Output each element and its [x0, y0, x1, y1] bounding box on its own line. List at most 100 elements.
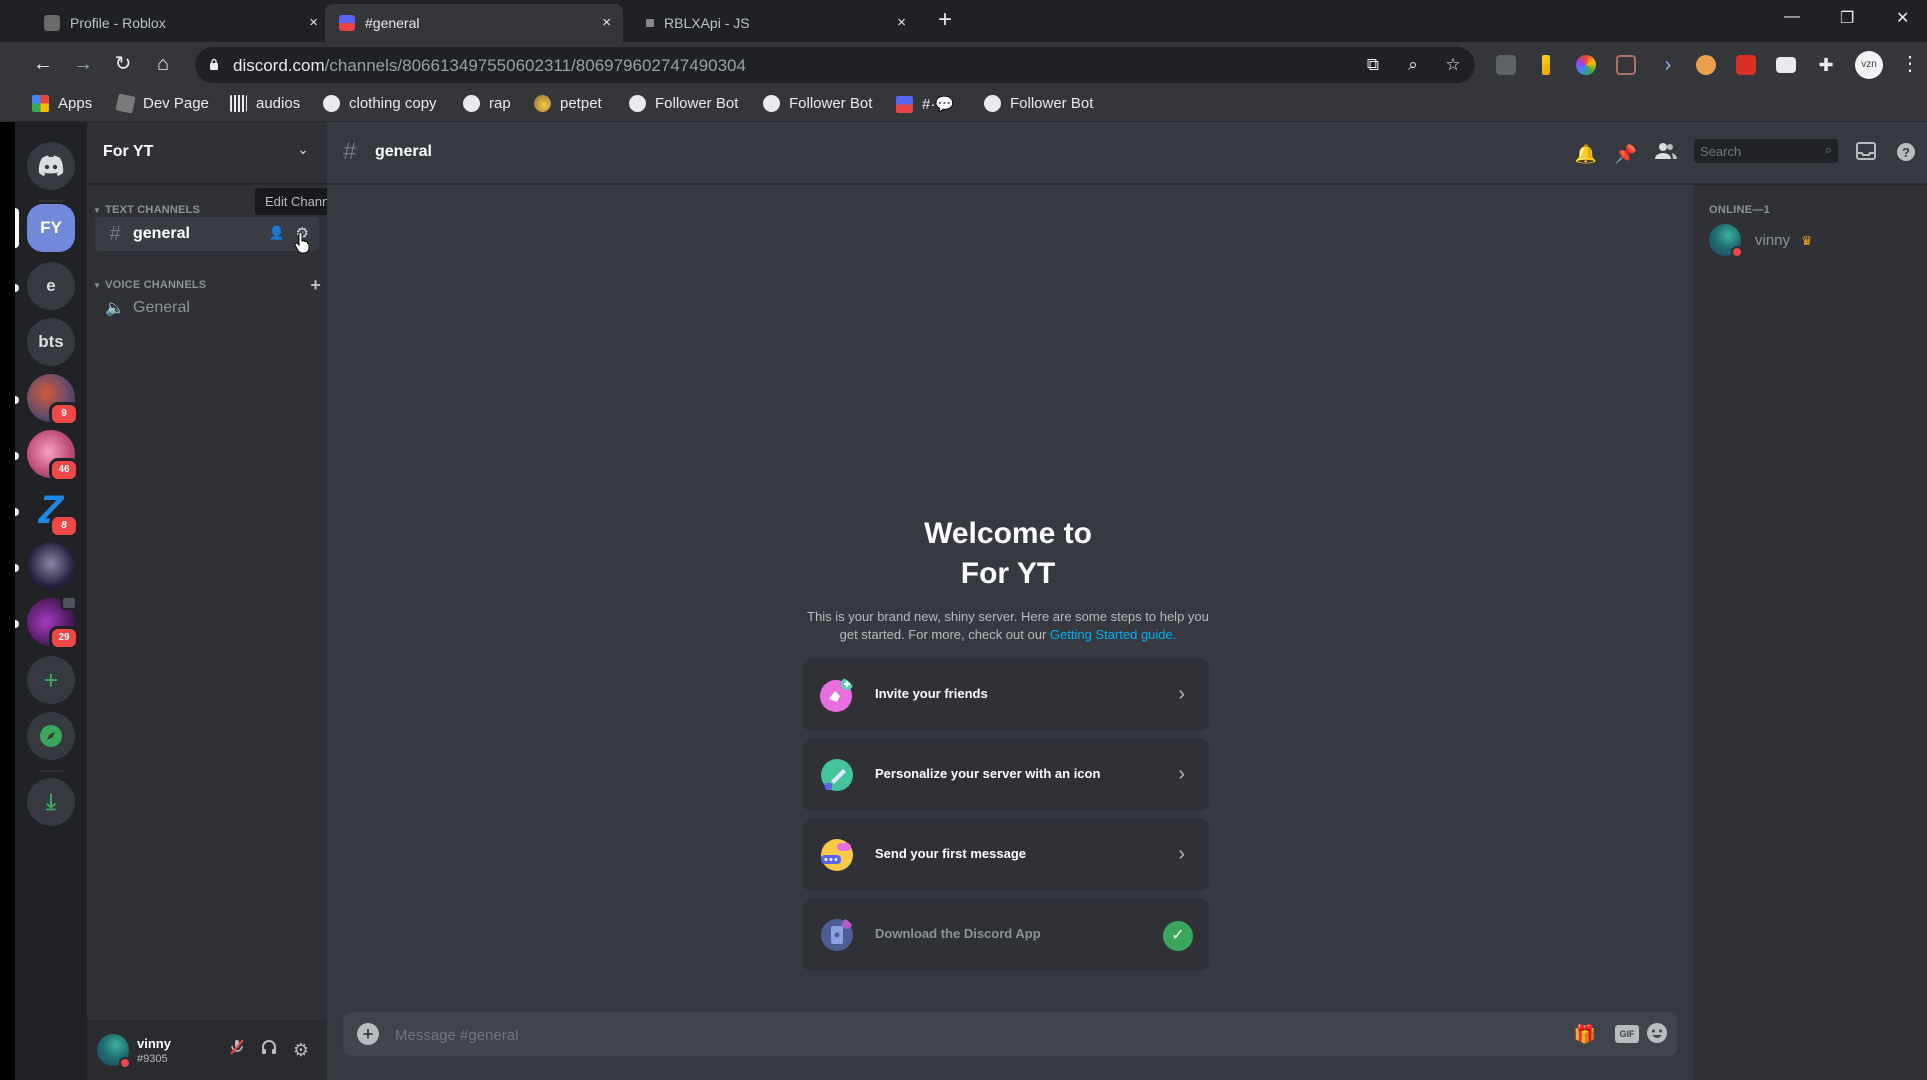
- translate-icon[interactable]: ⧉: [1363, 55, 1383, 75]
- extensions-puzzle-icon[interactable]: ✚: [1816, 55, 1836, 75]
- add-server-button[interactable]: +: [27, 656, 75, 704]
- gif-button[interactable]: GIF: [1615, 1025, 1639, 1043]
- server-dark[interactable]: [27, 542, 75, 590]
- server-for-yt[interactable]: FY: [27, 204, 75, 252]
- welcome-title: Welcome to For YT: [803, 514, 1213, 594]
- server-rbx[interactable]: 9: [27, 374, 79, 426]
- checkmark-icon: ✓: [1163, 921, 1193, 951]
- url-path: /channels/806613497550602311/80697960274…: [324, 56, 746, 75]
- search-icon: ⌕: [1824, 142, 1832, 157]
- caret-down-icon: ▼: [93, 280, 102, 290]
- emoji-button[interactable]: [1645, 1022, 1669, 1046]
- card-download-app[interactable]: Download the Discord App ✓: [803, 899, 1209, 971]
- discord-badge-icon: [896, 95, 913, 113]
- category-voice-channels[interactable]: ▼ VOICE CHANNELS +: [93, 275, 321, 295]
- bookmark-label: Follower Bot: [789, 95, 873, 112]
- tab-rblxapi[interactable]: RBLXApi - JS ×: [628, 4, 918, 42]
- mic-muted-icon: [230, 1039, 244, 1055]
- bookmark-follower-bot-2[interactable]: Follower Bot: [763, 95, 872, 112]
- bookmark-discord[interactable]: #·💬: [896, 95, 954, 113]
- lock-icon[interactable]: [209, 58, 219, 70]
- back-button[interactable]: ←: [30, 52, 56, 76]
- channel-general[interactable]: # general 👤 ⚙: [95, 217, 319, 251]
- bookmark-audios[interactable]: audios: [230, 95, 300, 112]
- card-personalize-server[interactable]: Personalize your server with an icon ›: [803, 739, 1209, 811]
- tab-profile-roblox[interactable]: Profile - Roblox ×: [30, 4, 330, 42]
- getting-started-link[interactable]: Getting Started guide.: [1050, 627, 1176, 642]
- extension-color-icon[interactable]: [1576, 55, 1596, 75]
- roblox-icon: [44, 15, 60, 31]
- explore-servers-button[interactable]: [27, 712, 75, 760]
- extension-pencil-icon[interactable]: [1542, 55, 1550, 75]
- guild-header[interactable]: For YT ⌄: [87, 122, 327, 184]
- extension-glasses-icon[interactable]: [1496, 55, 1516, 75]
- welcome-title-line1: Welcome to: [924, 517, 1092, 550]
- member-list-icon[interactable]: [1654, 142, 1678, 166]
- forward-button[interactable]: →: [70, 52, 96, 76]
- bookmark-star-icon[interactable]: ☆: [1443, 55, 1463, 75]
- reload-button[interactable]: ↻: [110, 52, 136, 76]
- bookmark-apps[interactable]: Apps: [32, 95, 92, 112]
- restore-button[interactable]: ❐: [1840, 8, 1854, 28]
- zoom-icon[interactable]: ⌕: [1403, 55, 1423, 75]
- profile-avatar[interactable]: vzn: [1855, 51, 1883, 79]
- apps-grid-icon: [32, 95, 49, 112]
- search-box[interactable]: ⌕: [1694, 139, 1838, 163]
- download-apps-button[interactable]: ⤓: [27, 778, 75, 826]
- extension-arrow-icon[interactable]: ›: [1658, 55, 1678, 75]
- upload-plus-button[interactable]: +: [357, 1023, 379, 1045]
- create-invite-icon[interactable]: 👤: [269, 225, 285, 241]
- minimize-button[interactable]: —: [1784, 8, 1800, 26]
- bookmark-rap[interactable]: rap: [463, 95, 511, 112]
- server-purple[interactable]: 29: [27, 596, 79, 650]
- extension-screenshot-icon[interactable]: [1616, 55, 1636, 75]
- close-tab-icon[interactable]: ×: [897, 14, 906, 31]
- address-bar[interactable]: discord.com/channels/806613497550602311/…: [195, 47, 1475, 83]
- message-input[interactable]: [395, 1024, 1495, 1046]
- mute-button[interactable]: [225, 1038, 249, 1062]
- tab-general[interactable]: #general ×: [325, 4, 623, 42]
- search-input[interactable]: [1700, 141, 1810, 161]
- deafen-button[interactable]: [257, 1038, 281, 1062]
- server-e[interactable]: e: [27, 262, 75, 310]
- category-text-channels[interactable]: ▼ TEXT CHANNELS: [93, 204, 200, 216]
- member-list: ONLINE—1 vinny ♛: [1693, 184, 1927, 1080]
- bookmark-dev-page[interactable]: Dev Page: [115, 93, 209, 114]
- gift-icon[interactable]: 🎁: [1573, 1022, 1597, 1046]
- user-panel: vinny #9305 ⚙: [87, 1020, 327, 1080]
- help-icon[interactable]: ?: [1894, 142, 1918, 166]
- close-tab-icon[interactable]: ×: [309, 14, 318, 31]
- inbox-icon[interactable]: [1854, 142, 1878, 166]
- extension-cookie-icon[interactable]: [1696, 55, 1716, 75]
- card-invite-friends[interactable]: Invite your friends ›: [803, 659, 1209, 731]
- home-button[interactable]: ⌂: [150, 52, 176, 76]
- close-tab-icon[interactable]: ×: [602, 14, 611, 31]
- browser-menu-icon[interactable]: ⋮: [1900, 52, 1920, 76]
- online-header: ONLINE—1: [1709, 204, 1771, 216]
- hand-cursor-icon: [294, 232, 310, 254]
- user-settings-button[interactable]: ⚙: [289, 1038, 313, 1062]
- close-window-button[interactable]: ✕: [1896, 8, 1909, 28]
- new-tab-button[interactable]: +: [938, 8, 952, 32]
- home-button[interactable]: [27, 142, 75, 190]
- card-label: Invite your friends: [875, 686, 988, 701]
- server-bts[interactable]: bts: [27, 318, 75, 366]
- server-pink[interactable]: 46: [27, 430, 79, 482]
- url-text[interactable]: discord.com/channels/806613497550602311/…: [233, 56, 746, 76]
- notification-bell-icon[interactable]: 🔔: [1574, 142, 1598, 166]
- card-first-message[interactable]: Send your first message ›: [803, 819, 1209, 891]
- bookmark-clothing-copy[interactable]: clothing copy: [323, 95, 437, 112]
- extension-folder-icon[interactable]: [1776, 57, 1796, 73]
- channel-title: general: [375, 143, 432, 160]
- channel-name: General: [133, 299, 190, 316]
- voice-channel-general[interactable]: 🔈 General: [95, 291, 319, 325]
- bookmark-follower-bot-3[interactable]: Follower Bot: [984, 95, 1093, 112]
- pin-icon[interactable]: 📌: [1614, 142, 1638, 166]
- bookmark-follower-bot-1[interactable]: Follower Bot: [629, 95, 738, 112]
- extension-search-icon[interactable]: [1736, 55, 1756, 75]
- globe-icon: [629, 95, 646, 112]
- server-z[interactable]: Z 8: [27, 486, 79, 538]
- member-name: vinny: [1755, 232, 1791, 249]
- chevron-right-icon: ›: [1178, 843, 1185, 865]
- bookmark-petpet[interactable]: petpet: [534, 95, 602, 112]
